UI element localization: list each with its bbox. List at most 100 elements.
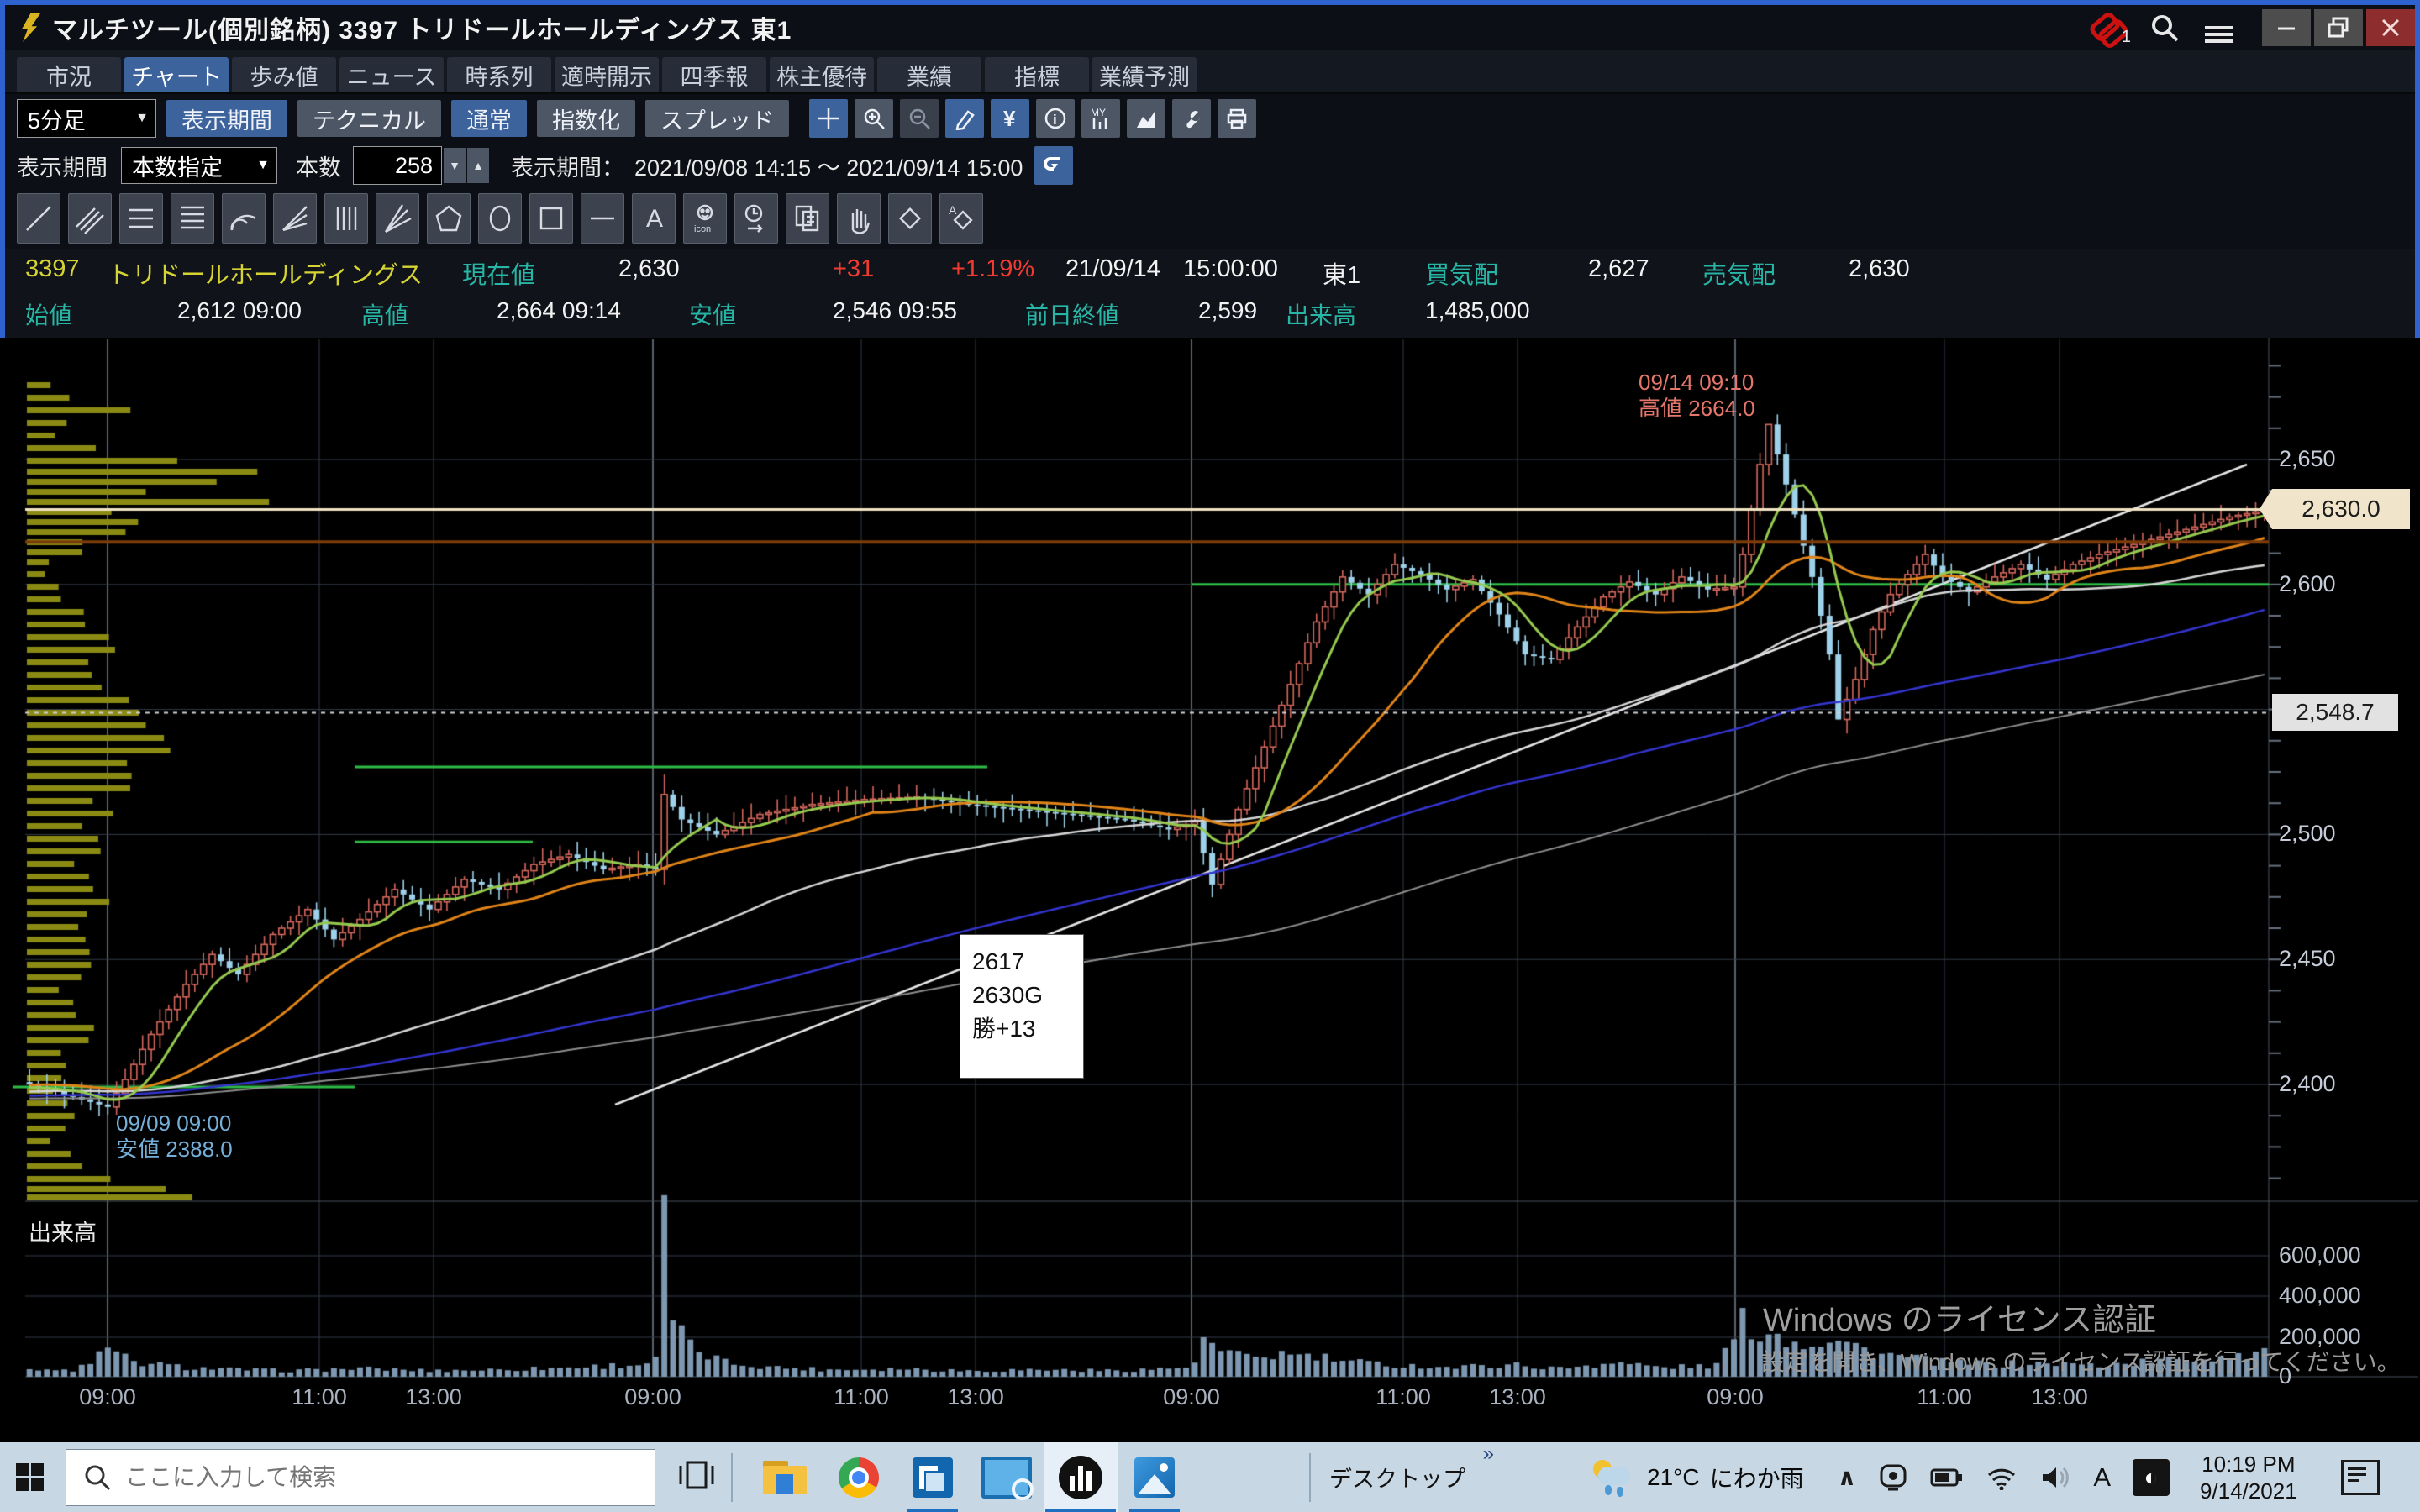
tab-業績予測[interactable]: 業績予測 [1092, 57, 1197, 92]
trading-app-icon [1059, 1456, 1102, 1499]
search-input[interactable] [124, 1463, 597, 1492]
bid-price: 2,627 [1588, 255, 1649, 283]
taskbar-item-mail[interactable] [896, 1442, 970, 1512]
draw-tool-trendline[interactable] [17, 193, 60, 244]
toolbar-button-指数化[interactable]: 指数化 [537, 100, 635, 137]
webcam-icon[interactable] [1878, 1464, 1908, 1491]
interval-select[interactable]: 5分足 ▼ [17, 99, 156, 138]
count-increment-button[interactable]: ▲ [467, 148, 489, 183]
draw-tool-eraser-all[interactable]: A [939, 193, 983, 244]
draw-tool-fib-lines[interactable] [119, 193, 163, 244]
draw-tool-pentagon[interactable] [427, 193, 471, 244]
crosshair-icon[interactable] [809, 99, 848, 138]
time-axis-label: 11:00 [260, 1384, 378, 1410]
ime-language-indicator[interactable]: A [2093, 1462, 2111, 1493]
taskbar-item-screen-tool[interactable] [970, 1442, 1044, 1512]
taskbar-divider [731, 1453, 733, 1502]
tab-市況[interactable]: 市況 [17, 57, 121, 92]
window-title: マルチツール(個別銘柄) 3397 トリドールホールディングス 東1 [52, 9, 792, 46]
wrench-icon[interactable] [1172, 99, 1211, 138]
draw-tool-move-hand[interactable] [837, 193, 881, 244]
desktop-toolbar-label[interactable]: デスクトップ » [1329, 1461, 1465, 1494]
minimize-button[interactable] [2262, 9, 2311, 46]
draw-tool-time-cycle[interactable] [734, 193, 778, 244]
draw-tool-pitchfork[interactable] [376, 193, 419, 244]
draw-tool-ellipse[interactable] [478, 193, 522, 244]
printer-icon[interactable] [1218, 99, 1256, 138]
toolbar-button-通常[interactable]: 通常 [451, 100, 527, 137]
info-icon[interactable]: i [1036, 99, 1075, 138]
draw-tool-rectangle[interactable] [529, 193, 573, 244]
bar-count-input[interactable] [353, 146, 442, 185]
file-explorer-icon [763, 1461, 807, 1494]
ask-price: 2,630 [1849, 255, 1910, 283]
task-view-icon[interactable] [677, 1457, 716, 1497]
draw-tool-copy-objects[interactable] [786, 193, 829, 244]
taskbar-weather[interactable]: 21°C にわか雨 [1591, 1458, 1804, 1497]
range-label: 表示期間： [511, 150, 624, 182]
taskbar-item-explorer[interactable] [748, 1442, 822, 1512]
draw-tool-parallel-lines[interactable] [68, 193, 112, 244]
time-axis-label: 09:00 [594, 1384, 712, 1410]
low-label: 安値 [689, 297, 736, 331]
session-high-annotation: 09/14 09:10 高値 2664.0 [1639, 370, 1755, 422]
tab-時系列[interactable]: 時系列 [447, 57, 551, 92]
draw-tool-grid-lines[interactable] [171, 193, 214, 244]
my-chart-icon[interactable]: MY [1081, 99, 1120, 138]
tab-業績[interactable]: 業績 [877, 57, 981, 92]
pencil-icon[interactable] [945, 99, 984, 138]
volume-value: 1,485,000 [1425, 297, 1530, 324]
draw-tool-text[interactable]: A [632, 193, 676, 244]
toolbar-button-スプレッド[interactable]: スプレッド [645, 100, 789, 137]
draw-tool-vertical-lines[interactable] [324, 193, 368, 244]
taskbar-item-photos[interactable] [1118, 1442, 1192, 1512]
price-chart-canvas[interactable] [0, 338, 2420, 1442]
period-label: 表示期間 [17, 150, 108, 182]
chrome-icon [839, 1457, 879, 1498]
hidden-icons-chevron[interactable]: ∧ [1838, 1463, 1857, 1491]
action-center-icon[interactable] [2341, 1460, 2380, 1495]
draw-tool-fib-arcs[interactable] [222, 193, 266, 244]
start-button[interactable] [0, 1442, 59, 1512]
tooltip-pnl: 勝+13 [972, 1012, 1083, 1046]
wifi-icon[interactable] [1986, 1465, 2018, 1490]
current-price-callout: 2,630.0 [2272, 489, 2410, 529]
area-chart-icon[interactable] [1127, 99, 1165, 138]
battery-icon[interactable] [1930, 1465, 1964, 1490]
taskbar-item-trading-app[interactable] [1044, 1442, 1118, 1512]
link-group-icon[interactable]: 1 [2091, 13, 2124, 42]
tab-適時開示[interactable]: 適時開示 [555, 57, 659, 92]
yen-icon[interactable]: ¥ [991, 99, 1029, 138]
search-icon[interactable] [2149, 13, 2180, 43]
taskbar-clock[interactable]: 10:19 PM 9/14/2021 [2200, 1451, 2297, 1504]
drawing-toolbar: AiconA [5, 188, 2415, 249]
ime-mode-icon[interactable]: ◐ [2133, 1459, 2170, 1496]
draw-tool-fan-lines[interactable] [273, 193, 317, 244]
period-mode-select[interactable]: 本数指定 ▼ [121, 147, 277, 184]
reload-icon[interactable] [1034, 146, 1073, 185]
tab-ニュース[interactable]: ニュース [339, 57, 444, 92]
tab-四季報[interactable]: 四季報 [662, 57, 766, 92]
time-axis-label: 09:00 [49, 1384, 166, 1410]
tab-チャート[interactable]: チャート [124, 57, 229, 92]
time-axis-label: 13:00 [2001, 1384, 2118, 1410]
tab-歩み値[interactable]: 歩み値 [232, 57, 336, 92]
zoom-in-icon[interactable] [855, 99, 893, 138]
draw-tool-eraser[interactable] [888, 193, 932, 244]
toolbar-button-テクニカル[interactable]: テクニカル [297, 100, 441, 137]
draw-tool-icon-stamp[interactable]: icon [683, 193, 727, 244]
chevron-expand-icon[interactable]: » [1483, 1442, 1494, 1466]
tab-指標[interactable]: 指標 [985, 57, 1089, 92]
restore-button[interactable] [2314, 9, 2363, 46]
count-decrement-button[interactable]: ▼ [444, 148, 466, 183]
menu-icon[interactable] [2205, 23, 2233, 33]
toolbar-button-表示期間[interactable]: 表示期間 [166, 100, 287, 137]
speaker-icon[interactable] [2039, 1464, 2071, 1491]
draw-tool-horizontal-line[interactable] [581, 193, 624, 244]
tab-株主優待[interactable]: 株主優待 [770, 57, 874, 92]
chart-toolbar: 5分足 ▼ 表示期間テクニカル通常指数化スプレッド ¥iMY [5, 94, 2415, 143]
taskbar-search[interactable] [66, 1449, 655, 1506]
zoom-out-icon[interactable] [900, 99, 939, 138]
taskbar-item-chrome[interactable] [822, 1442, 896, 1512]
close-button[interactable] [2366, 9, 2415, 46]
